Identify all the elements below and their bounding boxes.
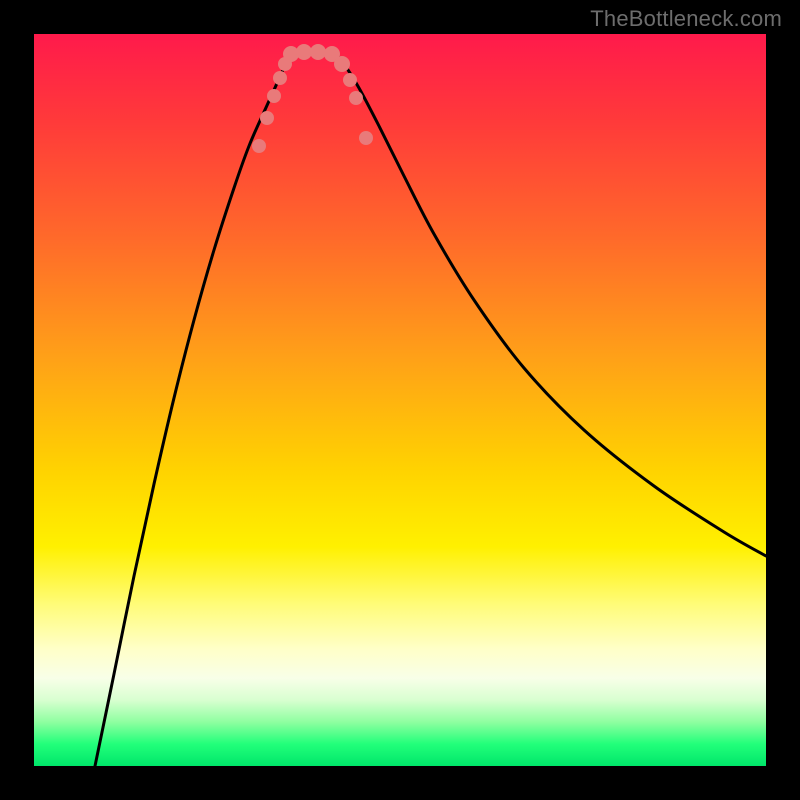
curve-right	[334, 52, 766, 556]
chart-frame: TheBottleneck.com	[0, 0, 800, 800]
watermark-text: TheBottleneck.com	[590, 6, 782, 32]
data-marker	[310, 44, 326, 60]
data-marker	[359, 131, 373, 145]
data-marker	[273, 71, 287, 85]
chart-svg	[34, 34, 766, 766]
data-marker	[267, 89, 281, 103]
data-marker	[252, 139, 266, 153]
data-marker	[349, 91, 363, 105]
curve-left	[95, 52, 291, 766]
data-marker	[343, 73, 357, 87]
data-marker	[334, 56, 350, 72]
data-marker	[296, 44, 312, 60]
data-marker	[260, 111, 274, 125]
plot-area	[34, 34, 766, 766]
